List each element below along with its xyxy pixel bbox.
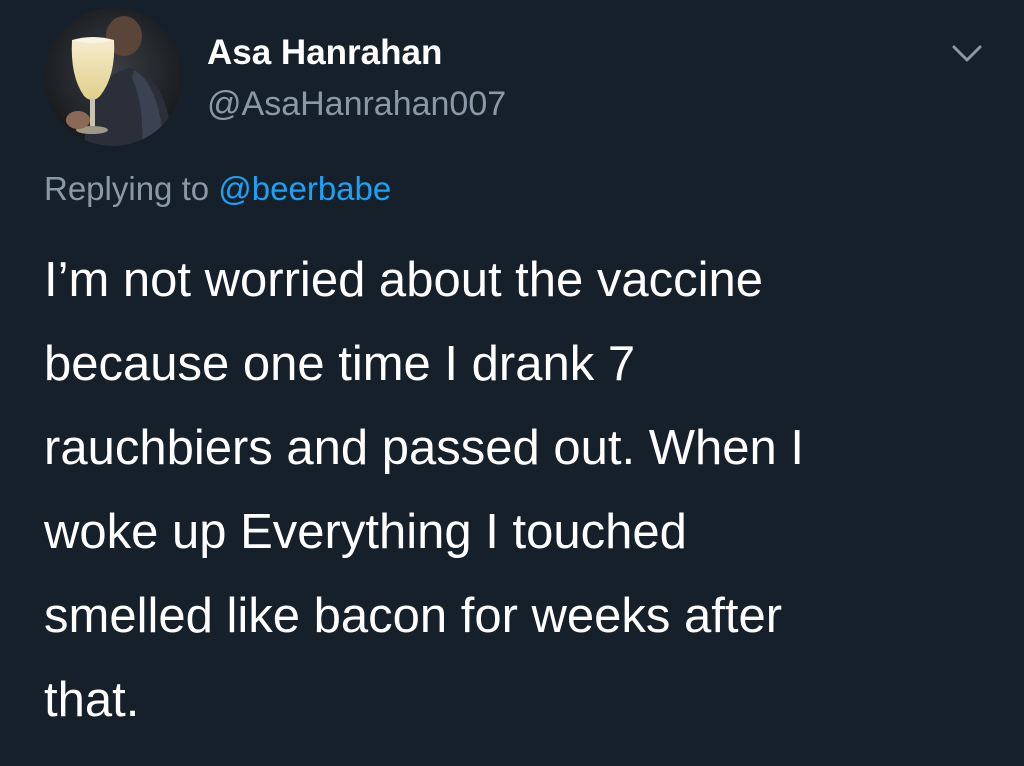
tweet-text-line: because one time I drank 7 [44, 337, 636, 391]
tweet-text-line: smelled like bacon for weeks after [44, 589, 783, 643]
replying-to-label: Replying to [44, 170, 210, 207]
tweet-text: I’m not worried about the vaccine becaus… [44, 238, 974, 742]
tweet: Asa Hanrahan @AsaHanrahan007 Replying to… [0, 0, 1024, 766]
chevron-down-icon[interactable] [945, 34, 989, 74]
tweet-text-line: I’m not worried about the vaccine [44, 253, 764, 307]
author-display-name[interactable]: Asa Hanrahan [207, 33, 442, 73]
avatar[interactable] [44, 8, 182, 146]
author-handle[interactable]: @AsaHanrahan007 [207, 84, 506, 124]
replying-to: Replying to @beerbabe [44, 168, 391, 210]
tweet-text-line: that. [44, 673, 140, 727]
tweet-text-line: woke up Everything I touched [44, 505, 687, 559]
tweet-text-line: rauchbiers and passed out. When I [44, 421, 804, 475]
reply-mention-link[interactable]: @beerbabe [218, 170, 391, 207]
profile-photo [44, 8, 182, 146]
